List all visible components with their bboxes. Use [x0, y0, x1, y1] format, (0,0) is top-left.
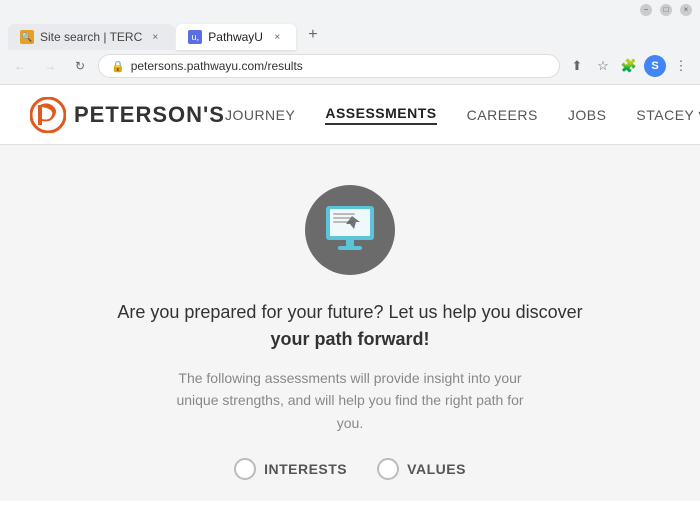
logo-text: PETERSON'S — [74, 102, 225, 128]
radio-values-circle — [377, 458, 399, 480]
refresh-button[interactable]: ↻ — [68, 54, 92, 78]
monitor-icon-wrapper — [305, 185, 395, 275]
logo-icon — [30, 97, 66, 133]
address-actions: ⬆ ☆ 🧩 S ⋮ — [566, 55, 692, 77]
tab-close-pathwayu[interactable]: × — [270, 30, 284, 44]
lock-icon: 🔒 — [111, 60, 125, 73]
browser-chrome: − □ × 🔍 Site search | TERC × u, PathwayU… — [0, 0, 700, 85]
site-header: PETERSON'S JOURNEY ASSESSMENTS CAREERS J… — [0, 85, 700, 145]
forward-button[interactable]: → — [38, 54, 62, 78]
tab-favicon-search: 🔍 — [20, 30, 34, 44]
tab-label-search: Site search | TERC — [40, 30, 142, 44]
account-button[interactable]: S — [644, 55, 666, 77]
logo[interactable]: PETERSON'S — [30, 97, 225, 133]
radio-interests[interactable]: INTERESTS — [234, 458, 347, 480]
nav-assessments[interactable]: ASSESSMENTS — [325, 105, 436, 125]
nav-careers[interactable]: CAREERS — [467, 107, 538, 123]
window-minimize-btn[interactable]: − — [640, 4, 652, 16]
nav-stacey[interactable]: STACEY ▾ — [636, 106, 700, 123]
back-button[interactable]: ← — [8, 54, 32, 78]
tab-label-pathwayu: PathwayU — [208, 30, 263, 44]
share-button[interactable]: ⬆ — [566, 55, 588, 77]
url-bar[interactable]: 🔒 petersons.pathwayu.com/results — [98, 54, 560, 78]
radio-values[interactable]: VALUES — [377, 458, 466, 480]
nav-jobs[interactable]: JOBS — [568, 107, 607, 123]
new-tab-button[interactable]: + — [298, 20, 327, 50]
radio-interests-label: INTERESTS — [264, 461, 347, 477]
tab-close-search[interactable]: × — [148, 30, 162, 44]
address-bar: ← → ↻ 🔒 petersons.pathwayu.com/results ⬆… — [0, 50, 700, 84]
main-nav: JOURNEY ASSESSMENTS CAREERS JOBS STACEY … — [225, 105, 700, 125]
nav-journey[interactable]: JOURNEY — [225, 107, 295, 123]
main-content: Are you prepared for your future? Let us… — [0, 145, 700, 501]
bookmark-button[interactable]: ☆ — [592, 55, 614, 77]
extensions-button[interactable]: 🧩 — [618, 55, 640, 77]
tab-pathwayu[interactable]: u, PathwayU × — [176, 24, 296, 50]
radio-values-label: VALUES — [407, 461, 466, 477]
menu-button[interactable]: ⋮ — [670, 55, 692, 77]
headline: Are you prepared for your future? Let us… — [117, 299, 582, 353]
title-bar: − □ × — [0, 0, 700, 20]
tabs-bar: 🔍 Site search | TERC × u, PathwayU × + — [0, 20, 700, 50]
window-close-btn[interactable]: × — [680, 4, 692, 16]
window-maximize-btn[interactable]: □ — [660, 4, 672, 16]
radio-interests-circle — [234, 458, 256, 480]
monitor-icon — [322, 202, 378, 258]
subtext: The following assessments will provide i… — [170, 367, 530, 434]
tab-site-search[interactable]: 🔍 Site search | TERC × — [8, 24, 174, 50]
url-text: petersons.pathwayu.com/results — [131, 59, 303, 73]
page-content: PETERSON'S JOURNEY ASSESSMENTS CAREERS J… — [0, 85, 700, 501]
radio-group: INTERESTS VALUES — [234, 458, 466, 480]
tab-favicon-pathwayu: u, — [188, 30, 202, 44]
